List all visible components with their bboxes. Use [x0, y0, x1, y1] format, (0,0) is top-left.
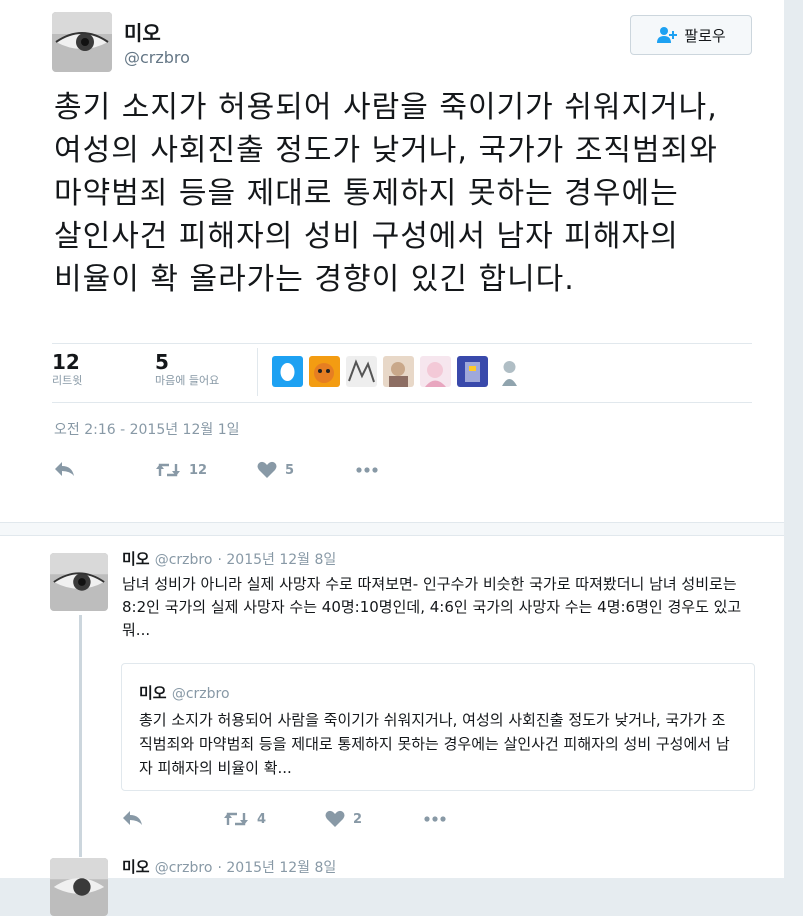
liker-avatar[interactable]	[420, 356, 451, 387]
like-action-count: 2	[353, 811, 363, 827]
like-count: 5	[155, 350, 169, 374]
like-action-count: 5	[285, 462, 295, 478]
retweet-action-count: 12	[189, 462, 208, 478]
scrollbar[interactable]	[784, 0, 803, 878]
liker-avatar[interactable]	[346, 356, 377, 387]
display-name[interactable]: 미오	[124, 17, 161, 46]
more-icon	[423, 810, 447, 828]
tweet-timestamp[interactable]: 오전 2:16 - 2015년 12월 1일	[54, 419, 240, 439]
retweet-icon	[223, 810, 249, 828]
reply-date[interactable]: · 2015년 12월 8일	[218, 860, 337, 876]
avatar[interactable]	[52, 12, 112, 72]
username[interactable]: @crzbro	[124, 48, 190, 67]
retweet-count: 12	[52, 350, 80, 374]
reply-header: 미오 @crzbro · 2015년 12월 8일	[122, 856, 336, 877]
like-button[interactable]: 2	[325, 810, 362, 828]
reply-name[interactable]: 미오	[122, 550, 150, 568]
quote-text: 총기 소지가 허용되어 사람을 죽이기가 쉬워지거나, 여성의 사회진출 정도가…	[139, 711, 730, 777]
like-stat[interactable]: 5 마음에 들어요	[155, 350, 219, 388]
quote-name: 미오	[139, 684, 167, 702]
reply-handle[interactable]: @crzbro	[155, 552, 213, 568]
quote-header: 미오 @crzbro	[139, 682, 230, 703]
thread-line	[79, 615, 82, 857]
more-button[interactable]	[355, 461, 379, 479]
stats-divider	[257, 348, 258, 396]
avatar[interactable]	[50, 858, 108, 916]
liker-avatar[interactable]	[272, 356, 303, 387]
tweet-text: 총기 소지가 허용되어 사람을 죽이기가 쉬워지거나, 여성의 사회진출 정도가…	[54, 90, 718, 297]
tweet-panel: 미오 @crzbro 팔로우 총기 소지가 허용되어 사람을 죽이기가 쉬워지거…	[0, 0, 785, 916]
like-button[interactable]: 5	[257, 461, 294, 479]
reply-icon	[122, 810, 144, 826]
retweet-action-count: 4	[257, 811, 267, 827]
retweet-button[interactable]: 4	[223, 810, 266, 828]
liker-avatar[interactable]	[383, 356, 414, 387]
section-divider	[0, 522, 784, 536]
liker-avatar[interactable]	[494, 356, 525, 387]
liker-avatar[interactable]	[457, 356, 488, 387]
reply-button[interactable]	[54, 461, 76, 477]
more-button[interactable]	[423, 810, 447, 828]
add-user-icon	[656, 26, 678, 44]
retweet-icon	[155, 461, 181, 479]
retweet-button[interactable]: 12	[155, 461, 207, 479]
reply-handle[interactable]: @crzbro	[155, 860, 213, 876]
reply-header: 미오 @crzbro · 2015년 12월 8일	[122, 548, 336, 569]
liker-avatars	[272, 356, 525, 387]
follow-label: 팔로우	[684, 26, 726, 45]
reply-name[interactable]: 미오	[122, 858, 150, 876]
reply-text: 남녀 성비가 아니라 실제 사망자 수로 따져보면- 인구수가 비슷한 국가로 …	[122, 575, 742, 639]
retweet-stat[interactable]: 12 리트윗	[52, 350, 82, 388]
reply-icon	[54, 461, 76, 477]
reply-date[interactable]: · 2015년 12월 8일	[218, 552, 337, 568]
tweet-stats: 12 리트윗 5 마음에 들어요	[52, 343, 752, 403]
liker-avatar[interactable]	[309, 356, 340, 387]
retweet-label: 리트윗	[52, 374, 83, 387]
heart-icon	[325, 810, 345, 828]
quote-handle: @crzbro	[171, 686, 230, 702]
reply-button[interactable]	[122, 810, 144, 826]
like-label: 마음에 들어요	[155, 374, 220, 387]
follow-button[interactable]: 팔로우	[630, 15, 752, 55]
quoted-tweet[interactable]: 미오 @crzbro 총기 소지가 허용되어 사람을 죽이기가 쉬워지거나, 여…	[121, 663, 755, 791]
avatar[interactable]	[50, 553, 108, 611]
more-icon	[355, 461, 379, 479]
heart-icon	[257, 461, 277, 479]
